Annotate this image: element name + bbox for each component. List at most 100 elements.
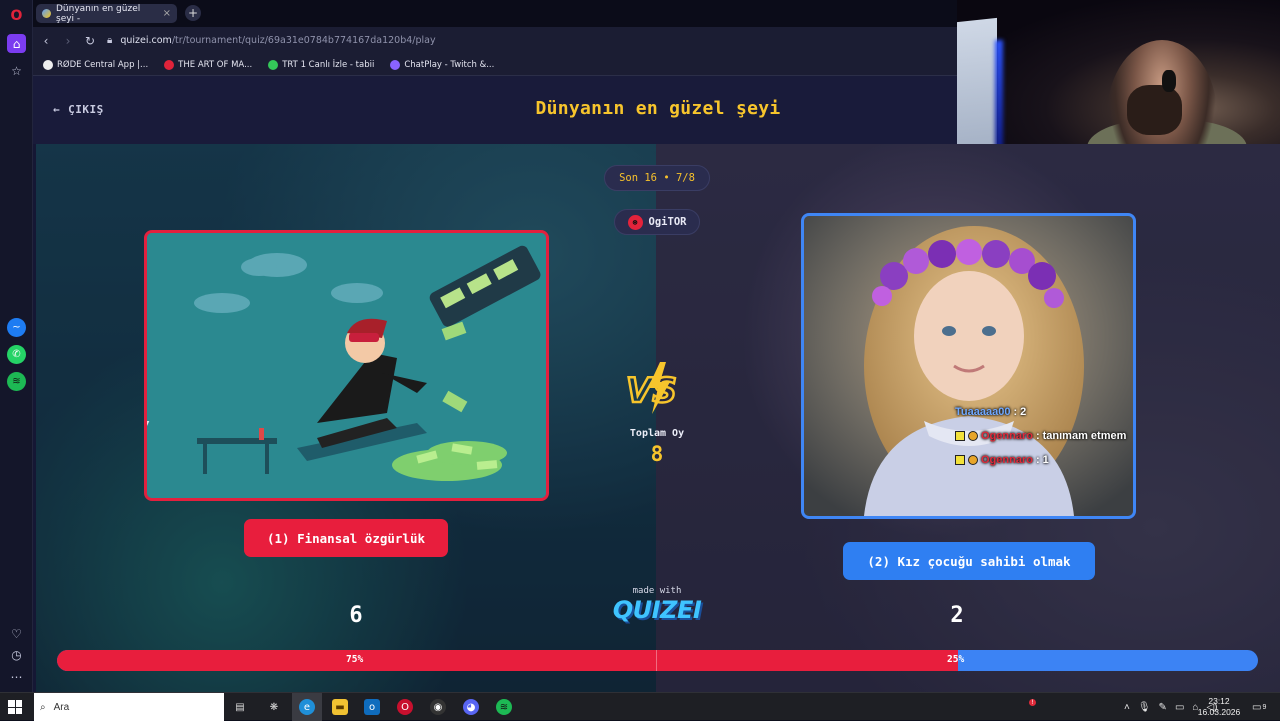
windows-taskbar: ⌕ Ara ▤ ❋ e ▬ o O ◉ ◕ ≋ ˄ 🎙︎ ✎ ▭ ⌂ ◁) 23… — [0, 692, 1280, 721]
chat-separator: : — [1035, 454, 1040, 466]
steering-wheel-icon: ⊛ — [627, 214, 643, 230]
microphone-icon[interactable]: 🎙︎ — [1138, 702, 1151, 713]
windows-start-icon[interactable] — [8, 700, 22, 714]
chat-text: 1 — [1042, 454, 1049, 466]
obs-icon[interactable]: ◉ — [430, 699, 446, 715]
total-votes-value: 8 — [650, 442, 664, 466]
bookmark-item[interactable]: TRT 1 Canlı İzle - tabii — [268, 59, 375, 70]
quiz-header: ← ÇIKIŞ Dünyanın en güzel şeyi — [33, 76, 957, 144]
pen-icon[interactable]: ✎ — [1159, 702, 1167, 713]
lock-icon: 🔒︎ — [107, 35, 113, 46]
exit-label: ÇIKIŞ — [68, 103, 104, 116]
chat-separator: : — [1013, 406, 1018, 418]
widgets-icon[interactable]: ❋ — [266, 699, 282, 715]
chevron-up-icon[interactable]: ˄ — [1124, 702, 1130, 713]
chat-separator: : — [1035, 430, 1040, 442]
total-votes-label: Toplam Oy — [629, 428, 685, 439]
edge-icon[interactable]: e — [299, 699, 315, 715]
user-name: OgiTOR — [648, 216, 687, 228]
bookmark-label: ChatPlay - Twitch &... — [404, 59, 495, 70]
whatsapp-icon[interactable]: ✆ — [7, 345, 26, 364]
notification-icon: ▭ — [1252, 701, 1262, 713]
new-tab-button[interactable]: + — [185, 5, 201, 21]
tab-close-icon[interactable]: × — [163, 8, 171, 19]
star-icon[interactable]: ☆ — [7, 61, 26, 80]
choice-right-button[interactable]: (2) Kız çocuğu sahibi olmak — [843, 542, 1095, 580]
tab-favicon-icon — [42, 9, 51, 18]
vote-progress-bar: 75% 25% — [57, 650, 1258, 671]
search-placeholder: Ara — [53, 701, 70, 713]
bookmark-item[interactable]: THE ART OF MA... — [164, 59, 253, 70]
left-vote-count: 6 — [349, 603, 363, 628]
url-path: /tr/tournament/quiz/69a31e0784b774167da1… — [171, 35, 436, 46]
chat-message: Ogennaro: 1 — [955, 448, 1126, 472]
badge-icon — [968, 431, 978, 441]
bookmark-item[interactable]: RØDE Central App |... — [43, 59, 149, 70]
heart-icon[interactable]: ♡ — [7, 624, 26, 643]
chat-text: tanımam etmem — [1042, 430, 1127, 442]
search-icon: ⌕ — [40, 701, 46, 713]
outlook-icon[interactable]: o — [364, 699, 380, 715]
clock-date: 16.03.2026 — [1197, 707, 1241, 717]
quizei-logo[interactable]: QUIZEI — [600, 596, 714, 624]
quiz-title: Dünyanın en güzel şeyi — [535, 98, 781, 119]
tray-alert-badge: ! — [1029, 699, 1036, 706]
bookmarks-bar: RØDE Central App |... THE ART OF MA... TRT… — [33, 54, 957, 76]
home-icon[interactable]: ⌂ — [7, 34, 26, 53]
left-vote-fill — [57, 650, 958, 671]
notification-center[interactable]: ▭ 9 — [1252, 693, 1266, 721]
versus-icon: VS — [625, 362, 678, 414]
arrow-left-icon: ← — [53, 103, 61, 116]
forward-icon[interactable]: › — [57, 34, 79, 48]
messenger-icon[interactable]: ~ — [7, 318, 26, 337]
bookmark-favicon-icon — [390, 59, 401, 70]
chat-message: Ogennaro: tanımam etmem — [955, 424, 1126, 448]
chat-username: Tuaaaaa00 — [955, 406, 1011, 418]
svg-text:VS: VS — [626, 371, 677, 411]
notification-count: 9 — [1262, 703, 1267, 711]
exit-button[interactable]: ← ÇIKIŞ — [53, 103, 104, 116]
reload-icon[interactable]: ↻ — [79, 34, 101, 48]
history-icon[interactable]: ◷ — [7, 645, 26, 664]
tab-bar: Dünyanın en güzel şeyi - × + — [33, 0, 957, 27]
option-card-left[interactable] — [144, 230, 549, 501]
more-icon[interactable]: ⋯ — [7, 667, 26, 686]
tab-quiz[interactable]: Dünyanın en güzel şeyi - × — [36, 3, 177, 24]
bookmark-favicon-icon — [164, 59, 175, 70]
chat-username: Ogennaro — [981, 454, 1033, 466]
bookmark-item[interactable]: ChatPlay - Twitch &... — [390, 59, 495, 70]
spotify-icon[interactable]: ≋ — [7, 372, 26, 391]
bookmark-label: RØDE Central App |... — [57, 59, 149, 70]
left-percent: 75% — [346, 654, 364, 665]
chat-overlay: Tuaaaaa00: 2 Ogennaro: tanımam etmem Ogenn… — [955, 400, 1126, 472]
bookmark-label: THE ART OF MA... — [178, 59, 253, 70]
opera-sidebar: O ⌂ ☆ ~ ✆ ≋ ♡ ◷ ⋯ — [0, 0, 33, 692]
bookmark-label: TRT 1 Canlı İzle - tabii — [282, 59, 375, 70]
taskbar-clock[interactable]: 23:12 16.03.2026 — [1196, 696, 1242, 718]
chat-username: Ogennaro — [981, 430, 1033, 442]
spotify-taskbar-icon[interactable]: ≋ — [496, 699, 512, 715]
back-icon[interactable]: ‹ — [35, 34, 57, 48]
opera-icon[interactable]: O — [397, 699, 413, 715]
badge-icon — [955, 431, 965, 441]
user-badge: ⊛ OgiTOR — [614, 209, 700, 235]
right-percent: 25% — [947, 654, 965, 665]
display-icon[interactable]: ▭ — [1175, 702, 1184, 713]
discord-icon[interactable]: ◕ — [463, 699, 479, 715]
financial-freedom-illustration — [147, 233, 546, 498]
badge-icon — [968, 455, 978, 465]
choice-left-button[interactable]: (1) Finansal özgürlük — [244, 519, 448, 557]
task-view-icon[interactable]: ▤ — [232, 699, 248, 715]
file-explorer-icon[interactable]: ▬ — [332, 699, 348, 715]
chat-text: 2 — [1020, 406, 1027, 418]
taskbar-search[interactable]: ⌕ Ara — [34, 693, 224, 721]
url-field[interactable]: quizei.com/tr/tournament/quiz/69a31e0784… — [120, 35, 435, 46]
url-domain: quizei.com — [120, 35, 172, 46]
tab-title: Dünyanın en güzel şeyi - — [56, 3, 141, 24]
bookmark-favicon-icon — [268, 59, 279, 70]
clock-time: 23:12 — [1208, 696, 1230, 706]
option-card-right[interactable] — [801, 213, 1136, 519]
bar-midline — [656, 650, 657, 671]
opera-logo-icon[interactable]: O — [7, 6, 26, 25]
chat-message: Tuaaaaa00: 2 — [955, 400, 1126, 424]
